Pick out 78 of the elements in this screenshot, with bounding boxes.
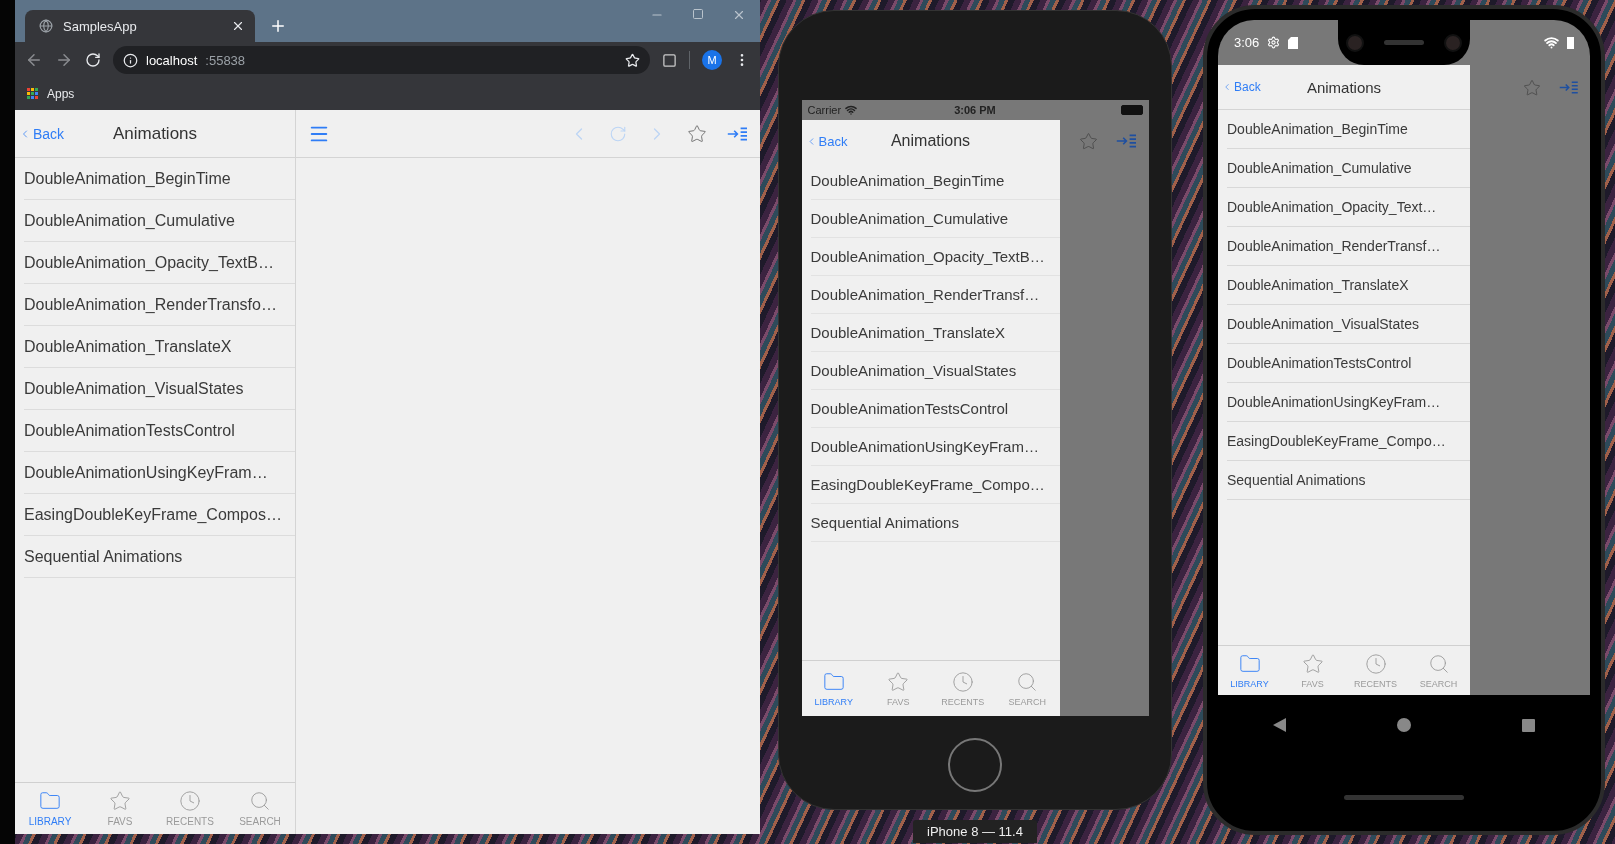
arrow-list-icon[interactable] xyxy=(1558,80,1578,95)
folder-icon xyxy=(1238,652,1261,675)
tab-item[interactable]: LIBRARY xyxy=(1218,646,1281,695)
folder-icon xyxy=(39,790,61,812)
close-icon[interactable] xyxy=(231,19,245,33)
battery-icon xyxy=(1120,105,1143,115)
clock-icon xyxy=(951,670,974,693)
star-icon[interactable] xyxy=(625,52,640,68)
list-item[interactable]: Sequential Animations xyxy=(24,536,295,578)
new-tab-icon[interactable] xyxy=(269,17,287,35)
apps-bookmark[interactable]: Apps xyxy=(27,87,75,101)
star-icon[interactable] xyxy=(1522,78,1541,97)
status-time: 3:06 PM xyxy=(954,104,996,116)
star-icon[interactable] xyxy=(687,123,708,144)
home-button[interactable] xyxy=(948,738,1002,792)
wifi-icon xyxy=(1544,35,1559,50)
back-icon[interactable] xyxy=(25,51,43,69)
reload-icon[interactable] xyxy=(85,52,101,68)
list-item[interactable]: Sequential Animations xyxy=(810,504,1060,542)
home-nav-icon[interactable] xyxy=(1397,718,1411,732)
folder-icon xyxy=(822,670,845,693)
tab-item[interactable]: LIBRARY xyxy=(801,661,866,716)
status-time: 3:06 xyxy=(1234,35,1260,50)
tab-title: SamplesApp xyxy=(63,18,138,34)
page-title: Animations xyxy=(112,123,198,144)
back-button[interactable]: Back xyxy=(1222,80,1261,94)
list-item[interactable]: DoubleAnimation_RenderTransf… xyxy=(810,276,1060,314)
list-item[interactable]: DoubleAnimation_Cumulative xyxy=(24,200,295,242)
carrier-label: Carrier xyxy=(807,104,858,116)
star-icon xyxy=(887,670,910,693)
search-icon xyxy=(1016,670,1039,693)
list-item[interactable]: DoubleAnimationUsingKeyFram… xyxy=(810,428,1060,466)
list-item[interactable]: DoubleAnimationTestsControl xyxy=(810,390,1060,428)
info-icon xyxy=(123,52,138,68)
maximize-icon[interactable] xyxy=(692,8,704,20)
url-port: :55838 xyxy=(205,52,246,68)
list-item[interactable]: DoubleAnimation_TranslateX xyxy=(810,314,1060,352)
globe-icon xyxy=(39,19,53,33)
tab-item[interactable]: LIBRARY xyxy=(15,783,85,834)
recents-nav-icon[interactable] xyxy=(1521,718,1535,732)
list-item[interactable]: DoubleAnimation_RenderTransfo… xyxy=(24,284,295,326)
clock-icon xyxy=(179,790,201,812)
star-icon xyxy=(109,790,131,812)
forward-icon[interactable] xyxy=(55,51,73,69)
clock-icon xyxy=(1364,652,1387,675)
list-item[interactable]: DoubleAnimation_Cumulative xyxy=(810,200,1060,238)
list-item[interactable]: DoubleAnimationTestsControl xyxy=(24,410,295,452)
back-button[interactable]: Back xyxy=(805,133,848,149)
url-host: localhost xyxy=(146,52,198,68)
sd-card-icon xyxy=(1288,36,1299,49)
star-icon[interactable] xyxy=(1078,131,1098,151)
list-item[interactable]: DoubleAnimation_VisualStates xyxy=(24,368,295,410)
gear-icon xyxy=(1267,36,1281,49)
browser-tab[interactable]: SamplesApp xyxy=(25,10,255,42)
search-icon xyxy=(1427,652,1450,675)
profile-avatar[interactable]: M xyxy=(702,50,722,70)
list-item[interactable]: EasingDoubleKeyFrame_Compo… xyxy=(810,466,1060,504)
list-item[interactable]: DoubleAnimationUsingKeyFram… xyxy=(24,452,295,494)
list-item[interactable]: DoubleAnimation_BeginTime xyxy=(24,158,295,200)
search-icon xyxy=(249,790,271,812)
chevron-left-icon xyxy=(1222,82,1232,92)
wifi-icon xyxy=(845,104,858,116)
list-item[interactable]: DoubleAnimation_BeginTime xyxy=(810,162,1060,200)
battery-icon xyxy=(1567,36,1574,49)
back-nav-icon[interactable] xyxy=(1273,718,1287,732)
arrow-list-icon[interactable] xyxy=(727,125,748,142)
star-icon xyxy=(1301,652,1324,675)
list-item[interactable]: DoubleAnimation_Opacity_TextB… xyxy=(810,238,1060,276)
list-item[interactable]: EasingDoubleKeyFrame_Compos… xyxy=(24,494,295,536)
page-title: Animations xyxy=(890,132,971,150)
arrow-list-icon[interactable] xyxy=(1115,133,1137,149)
list-item[interactable]: DoubleAnimation_Opacity_TextB… xyxy=(24,242,295,284)
device-label: iPhone 8 — 11.4 xyxy=(913,820,1037,843)
list-item[interactable]: DoubleAnimation_TranslateX xyxy=(24,326,295,368)
grid-icon xyxy=(27,88,39,100)
page-title: Animations xyxy=(1306,78,1382,96)
list-item[interactable]: DoubleAnimation_VisualStates xyxy=(810,352,1060,390)
address-bar[interactable]: localhost :55838 xyxy=(113,46,650,74)
